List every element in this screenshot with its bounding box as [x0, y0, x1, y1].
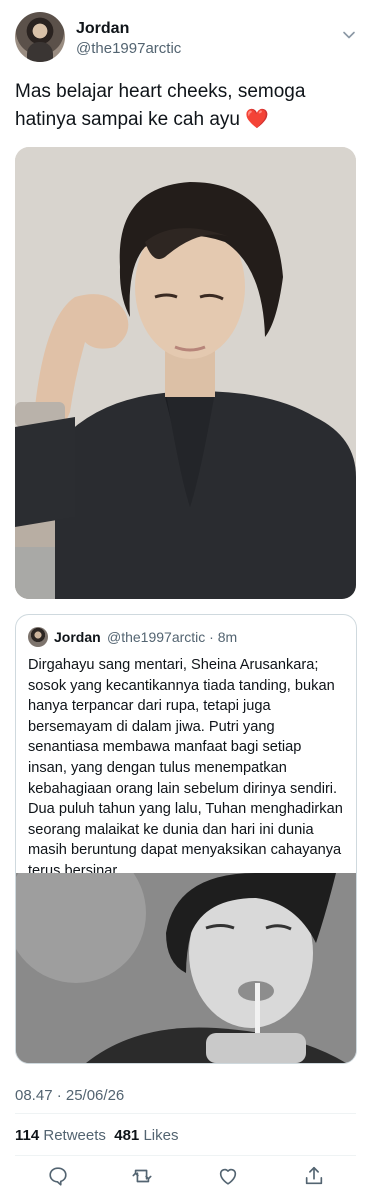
share-icon[interactable]	[303, 1165, 325, 1187]
quoted-display-name: Jordan	[54, 629, 101, 645]
avatar[interactable]	[15, 12, 65, 62]
tweet-stats: 114 Retweets 481 Likes	[15, 1127, 178, 1144]
tweet-photo[interactable]	[15, 147, 356, 599]
chevron-down-icon[interactable]	[342, 28, 356, 42]
retweets-count[interactable]: 114	[15, 1127, 39, 1144]
tweet-timestamp[interactable]: 08.47 · 25/06/26	[15, 1087, 124, 1104]
tweet-header: Jordan @the1997arctic	[15, 12, 360, 64]
author-display-name[interactable]: Jordan	[76, 20, 129, 38]
retweets-label[interactable]: Retweets	[43, 1127, 106, 1144]
retweet-icon[interactable]	[131, 1165, 153, 1187]
quoted-tweet-text: Dirgahayu sang mentari, Sheina Arusankar…	[28, 657, 343, 879]
divider	[15, 1155, 356, 1156]
author-handle[interactable]: @the1997arctic	[76, 40, 181, 57]
reply-icon[interactable]	[47, 1165, 69, 1187]
quoted-handle-time: @the1997arctic · 8m	[107, 629, 238, 645]
quoted-tweet-header: Jordan @the1997arctic · 8m	[28, 627, 348, 647]
tweet-text: Mas belajar heart cheeks, semoga hatinya…	[15, 78, 350, 134]
quoted-avatar	[28, 627, 48, 647]
quoted-tweet-photo	[16, 873, 356, 1063]
divider	[15, 1113, 356, 1114]
tweet-actions	[15, 1162, 356, 1192]
quoted-tweet[interactable]: Jordan @the1997arctic · 8m Dirgahayu san…	[15, 614, 357, 1064]
heart-emoji: ❤️	[245, 109, 269, 130]
likes-label[interactable]: Likes	[143, 1127, 178, 1144]
heart-icon[interactable]	[217, 1165, 239, 1187]
likes-count[interactable]: 481	[114, 1127, 139, 1144]
